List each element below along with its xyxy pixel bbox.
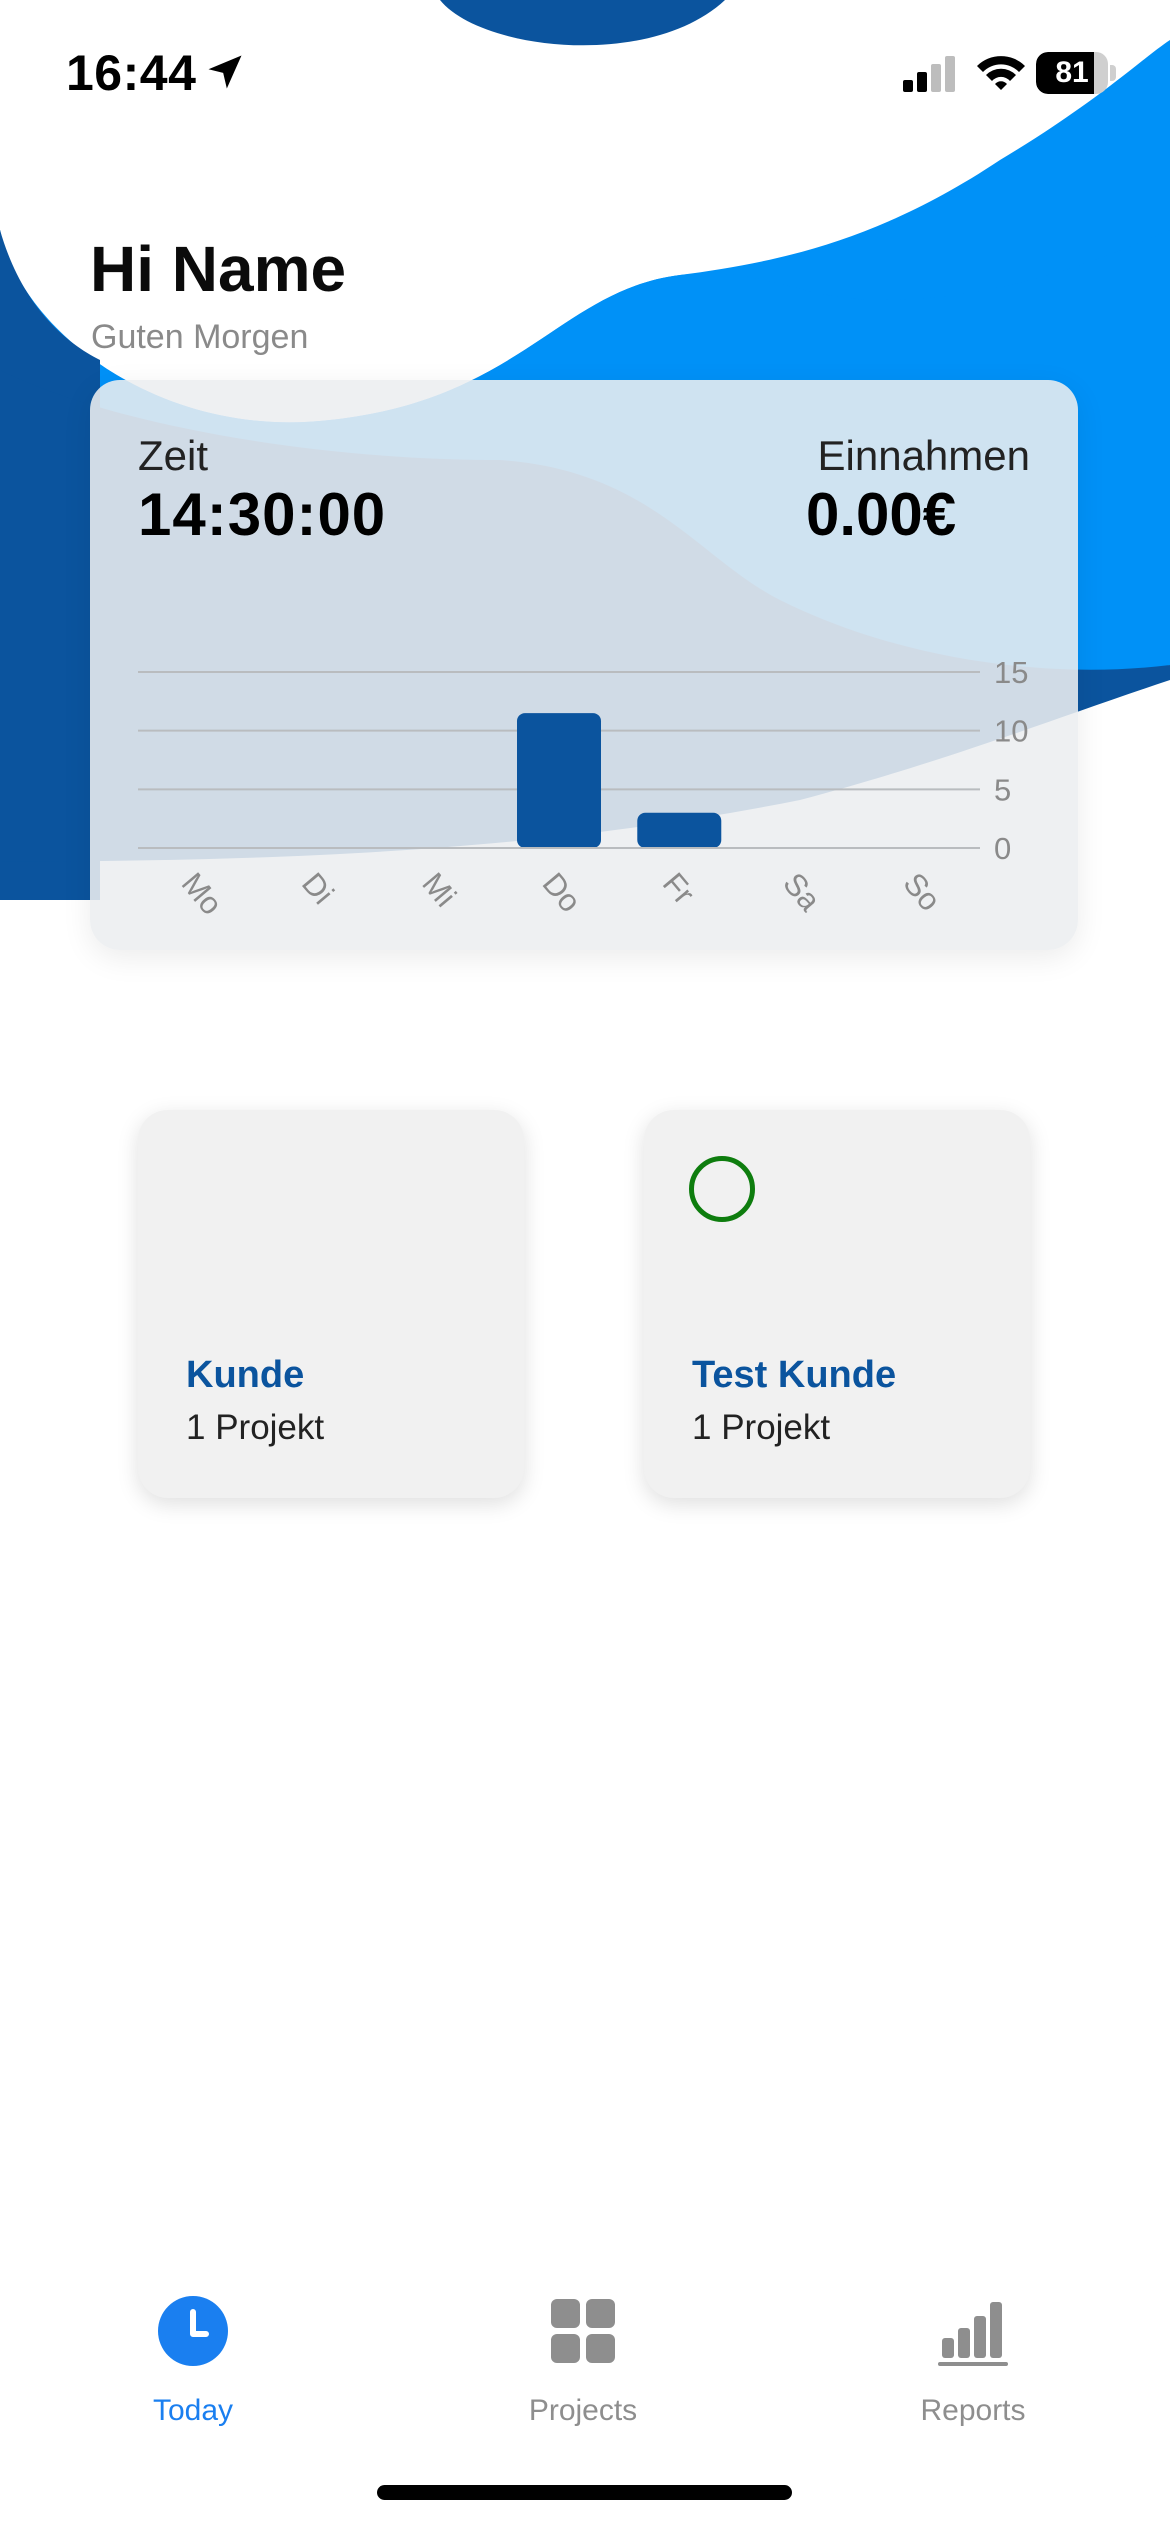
chart-y-tick-label: 0	[994, 831, 1011, 866]
battery-icon: 81	[1036, 52, 1116, 94]
chart-y-tick-label: 5	[994, 772, 1011, 807]
bar-chart-icon	[938, 2302, 1008, 2366]
greeting-subtitle: Guten Morgen	[91, 318, 309, 356]
location-arrow-icon	[208, 55, 242, 89]
status-time: 16:44	[66, 45, 197, 101]
customer-tile[interactable]: Kunde 1 Projekt	[138, 1110, 524, 1498]
time-label: Zeit	[138, 432, 209, 479]
customer-name: Kunde	[186, 1354, 305, 1396]
customer-name: Test Kunde	[692, 1354, 897, 1396]
today-screen: 16:44 81 Hi Name Guten Morgen 0 5 10 15 Mo Di…	[0, 0, 1170, 2532]
grid-icon	[551, 2299, 615, 2363]
wifi-icon	[977, 56, 1025, 90]
tab-label: Projects	[528, 2394, 638, 2427]
tab-reports[interactable]: Reports	[843, 2296, 1103, 2436]
customer-project-count: 1 Projekt	[692, 1408, 831, 1447]
customer-tile[interactable]: Test Kunde 1 Projekt	[644, 1110, 1030, 1498]
chart-y-tick-label: 15	[994, 655, 1028, 690]
chart-x-tick-label: Mo	[175, 866, 230, 921]
tab-label: Reports	[920, 2394, 1026, 2427]
status-bar: 16:44 81	[0, 0, 1170, 150]
weekly-summary-card: 0 5 10 15 Mo Di Mi Do Fr Sa So Zeit 14:30:00 Einna…	[90, 380, 1078, 950]
circle-outline-icon	[689, 1156, 755, 1222]
chart-y-tick-label: 10	[994, 714, 1028, 749]
clock-icon	[158, 2296, 228, 2366]
home-indicator	[377, 2485, 792, 2500]
income-value: 0.00€	[806, 481, 957, 548]
chart-x-tick-label: Mi	[415, 866, 463, 914]
greeting-title: Hi Name	[90, 233, 347, 305]
time-value: 14:30:00	[138, 481, 387, 548]
chart-x-tick-label: So	[896, 866, 947, 918]
chart-x-tick-label: Fr	[656, 866, 702, 911]
chart-bar-fr	[637, 812, 722, 848]
chart-bar-do	[517, 713, 601, 848]
chart-x-tick-label: Do	[536, 866, 588, 919]
battery-percentage: 81	[1055, 56, 1089, 89]
tab-projects[interactable]: Projects	[453, 2296, 713, 2436]
tab-today[interactable]: Today	[63, 2296, 323, 2436]
chart-x-tick-label: Di	[295, 866, 341, 911]
chart-x-tick-label: Sa	[776, 866, 828, 918]
income-label: Einnahmen	[817, 432, 1030, 479]
cellular-signal-icon	[903, 56, 955, 92]
customer-project-count: 1 Projekt	[186, 1408, 325, 1447]
tab-label: Today	[152, 2394, 234, 2427]
